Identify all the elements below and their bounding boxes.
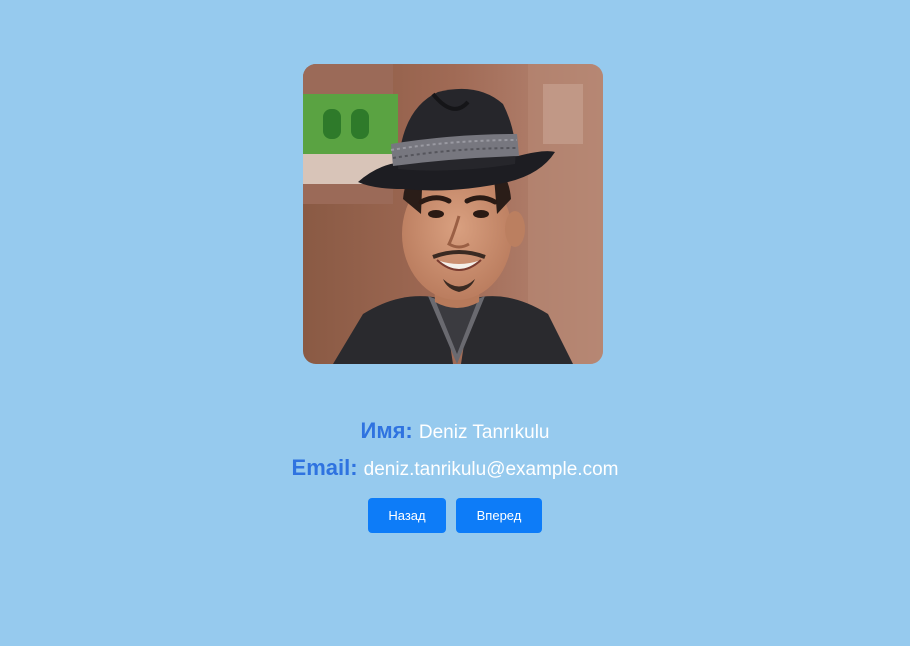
name-value: Deniz Tanrıkulu [418, 422, 550, 443]
email-label: Email: [291, 455, 364, 480]
name-label: Имя: [360, 418, 419, 443]
profile-card: Имя: Deniz Tanrıkulu Email: deniz.tanrik… [0, 0, 910, 646]
profile-photo [303, 64, 603, 364]
forward-button[interactable]: Вперед [456, 498, 542, 533]
person-photo-icon [303, 64, 603, 364]
email-value: deniz.tanrikulu@example.com [363, 459, 619, 480]
back-button[interactable]: Назад [368, 498, 446, 533]
navigation-buttons: Назад Вперед [0, 498, 910, 533]
email-row: Email: deniz.tanrikulu@example.com [0, 455, 910, 481]
name-row: Имя: Deniz Tanrıkulu [0, 418, 910, 444]
